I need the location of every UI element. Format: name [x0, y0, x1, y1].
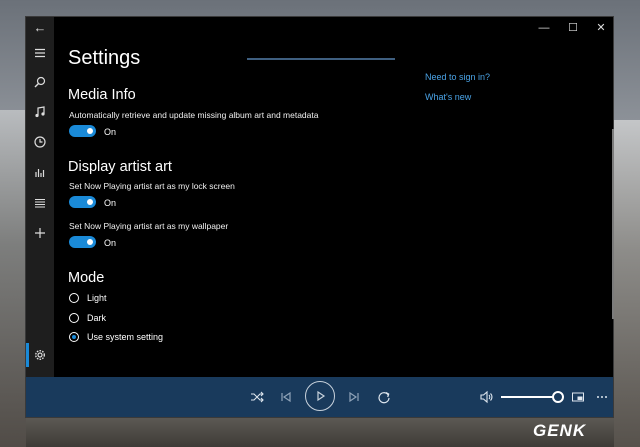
- volume-button[interactable]: [478, 387, 494, 407]
- lock-screen-label: Set Now Playing artist art as my lock sc…: [69, 181, 235, 191]
- next-icon: [349, 391, 359, 403]
- repeat-icon: [378, 391, 390, 404]
- wallpaper-mountain-right: [614, 120, 640, 447]
- media-info-toggle-state: On: [104, 127, 117, 137]
- maximize-button[interactable]: ☐: [559, 17, 587, 39]
- groove-music-window: ← — ☐ ✕ Settings Need to sign in? What's…: [25, 16, 614, 418]
- back-button[interactable]: ←: [26, 17, 54, 39]
- display-artist-art-heading: Display artist art: [68, 159, 172, 175]
- equalizer-icon: [35, 169, 45, 177]
- hamburger-menu-button[interactable]: [26, 41, 54, 65]
- toggle-knob: [87, 199, 93, 205]
- sidebar: [26, 39, 54, 377]
- sidebar-item-now-playing[interactable]: [26, 160, 54, 184]
- whats-new-link[interactable]: What's new: [425, 92, 471, 102]
- repeat-button[interactable]: [376, 387, 392, 407]
- wallpaper-ground: [26, 418, 614, 447]
- wallpaper-label: Set Now Playing artist art as my wallpap…: [69, 221, 229, 231]
- sidebar-item-playlists[interactable]: [26, 191, 54, 215]
- radio-selected-dot: [72, 335, 76, 339]
- previous-icon: [281, 391, 291, 403]
- sidebar-item-my-music[interactable]: [26, 100, 54, 124]
- play-icon: [317, 390, 326, 402]
- volume-slider-track[interactable]: [501, 396, 555, 398]
- sidebar-item-search[interactable]: [26, 70, 54, 94]
- ellipsis-icon: [597, 396, 607, 398]
- mode-light-label[interactable]: Light: [87, 293, 107, 303]
- mode-system-radio[interactable]: [69, 332, 79, 342]
- more-options-button[interactable]: [594, 387, 610, 407]
- next-button[interactable]: [346, 387, 362, 407]
- sign-in-link[interactable]: Need to sign in?: [425, 72, 490, 82]
- lock-screen-toggle[interactable]: [69, 196, 96, 208]
- title-bar: ← — ☐ ✕: [26, 17, 613, 39]
- mode-dark-label[interactable]: Dark: [87, 313, 106, 323]
- toggle-knob: [87, 128, 93, 134]
- hamburger-menu-icon: [35, 48, 45, 58]
- mode-dark-radio[interactable]: [69, 313, 79, 323]
- watermark-logo: GENK: [533, 421, 587, 440]
- media-info-heading: Media Info: [68, 87, 136, 103]
- wallpaper-toggle[interactable]: [69, 236, 96, 248]
- minimize-button[interactable]: —: [530, 17, 558, 39]
- shuffle-button[interactable]: [249, 387, 265, 407]
- toggle-knob: [87, 239, 93, 245]
- sidebar-item-recent[interactable]: [26, 130, 54, 154]
- shuffle-icon: [251, 391, 264, 403]
- mini-view-button[interactable]: [570, 387, 586, 407]
- close-button[interactable]: ✕: [587, 17, 615, 39]
- player-bar: [26, 377, 613, 417]
- clock-icon: [34, 136, 46, 148]
- previous-button[interactable]: [278, 387, 294, 407]
- sidebar-item-new-playlist[interactable]: [26, 221, 54, 245]
- wallpaper-mountain-left: [0, 110, 26, 447]
- search-icon: [34, 76, 46, 88]
- mode-system-label[interactable]: Use system setting: [87, 332, 163, 342]
- mini-player-icon: [572, 392, 584, 402]
- mode-heading: Mode: [68, 270, 105, 286]
- back-arrow-icon: ←: [33, 20, 47, 35]
- lock-screen-toggle-state: On: [104, 198, 117, 208]
- speaker-icon: [480, 390, 493, 404]
- gear-icon: [34, 349, 46, 361]
- page-title: Settings: [68, 47, 141, 69]
- sidebar-item-settings[interactable]: [26, 343, 54, 367]
- plus-icon: [35, 228, 45, 238]
- mode-light-radio[interactable]: [69, 293, 79, 303]
- media-info-toggle[interactable]: [69, 125, 96, 137]
- wallpaper-toggle-state: On: [104, 238, 117, 248]
- volume-slider-thumb[interactable]: [552, 391, 564, 403]
- playlist-icon: [35, 199, 45, 208]
- settings-page: Settings Need to sign in? What's new Med…: [54, 39, 612, 377]
- play-button[interactable]: [305, 381, 335, 411]
- music-note-icon: [35, 106, 45, 118]
- media-info-description: Automatically retrieve and update missin…: [69, 110, 319, 120]
- scrollbar-thumb[interactable]: [612, 129, 614, 319]
- playback-progress-bar[interactable]: [247, 58, 395, 60]
